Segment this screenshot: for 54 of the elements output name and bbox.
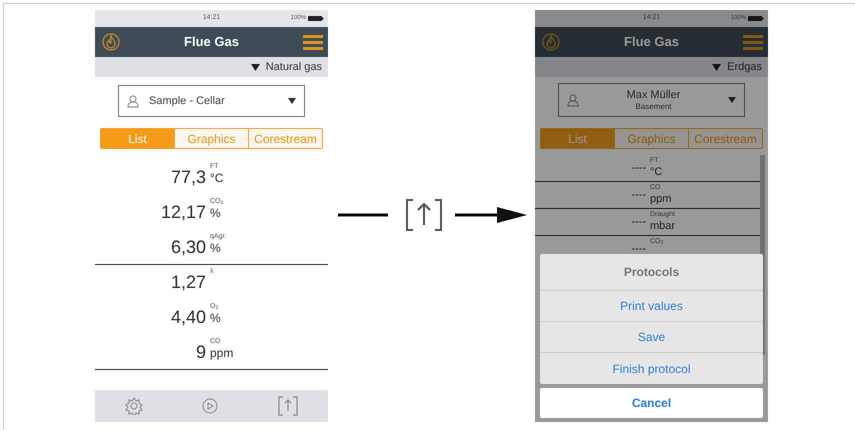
dropdown-icon	[288, 98, 296, 104]
view-tab[interactable]: List	[541, 129, 614, 148]
person-icon	[567, 94, 579, 106]
dropdown-icon	[250, 64, 260, 70]
fuel-selector[interactable]: Erdgas	[712, 58, 762, 76]
share-icon[interactable]	[278, 396, 298, 416]
reading-value: ----	[631, 214, 646, 230]
view-tab[interactable]: Corestream	[688, 129, 762, 148]
customer-name: Sample - Cellar	[149, 94, 225, 108]
reading-value: 1,27	[170, 271, 206, 294]
menu-icon	[303, 35, 323, 50]
flame-icon	[102, 33, 120, 51]
person-icon	[127, 94, 139, 108]
customer-location: Basement	[635, 102, 672, 112]
connector-line	[338, 213, 388, 217]
play-icon[interactable]	[202, 398, 218, 414]
reading-unit: ppm	[210, 346, 234, 360]
dropdown-icon	[712, 64, 722, 70]
sheet-action[interactable]: Print values	[540, 291, 763, 322]
reading-unit: %	[210, 311, 221, 325]
reading-unit: °C	[650, 165, 662, 179]
sheet-action[interactable]: Finish protocol	[540, 353, 763, 384]
battery-icon	[308, 15, 324, 22]
share-icon	[405, 198, 443, 232]
menu-icon	[743, 35, 763, 50]
reading-unit: mbar	[650, 219, 676, 233]
reading-unit: °C	[210, 171, 224, 185]
settings-icon[interactable]	[124, 397, 143, 415]
reading-value: 6,30	[170, 236, 206, 258]
reading-value: 77,3	[170, 166, 206, 189]
view-tab[interactable]: Graphics	[174, 129, 248, 148]
customer-name: Max Müller	[626, 88, 680, 102]
dropdown-icon	[728, 97, 736, 103]
sheet-action[interactable]: Save	[540, 322, 763, 353]
reading-value: 12,17	[160, 201, 206, 224]
battery-icon	[748, 15, 764, 22]
flame-icon	[542, 33, 560, 51]
reading-value: ----	[631, 188, 646, 203]
reading-value: ----	[631, 160, 646, 176]
screen-title: Flue Gas	[184, 33, 239, 52]
sheet-title: Protocols	[540, 254, 763, 291]
cancel-button[interactable]: Cancel	[540, 388, 763, 418]
arrow-icon	[455, 207, 527, 223]
customer-dropdown[interactable]: Max Müller Basement	[558, 83, 745, 117]
screen-title: Flue Gas	[624, 33, 679, 52]
reading-unit: %	[210, 241, 222, 255]
customer-dropdown[interactable]: Sample - Cellar	[118, 85, 305, 117]
reading-value: 4,40	[170, 306, 206, 329]
view-tab[interactable]: Graphics	[614, 129, 688, 148]
view-tab[interactable]: List	[101, 129, 174, 148]
reading-value: 9	[196, 340, 206, 364]
reading-unit: ppm	[650, 192, 672, 206]
reading-unit: %	[210, 206, 222, 220]
view-tab[interactable]: Corestream	[248, 129, 322, 148]
